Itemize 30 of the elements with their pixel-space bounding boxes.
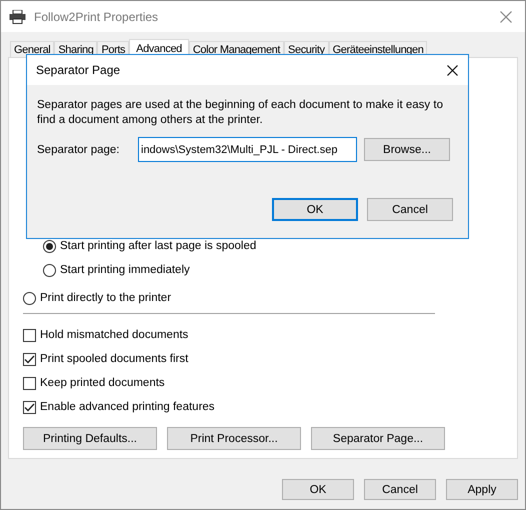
dialog-button[interactable]: OK — [282, 479, 354, 500]
checkbox-label[interactable]: Enable advanced printing features — [40, 401, 215, 413]
radio-button[interactable] — [23, 292, 36, 304]
dialog-button[interactable]: Cancel — [364, 479, 436, 500]
dialog-button[interactable]: Apply — [446, 479, 518, 500]
description-text: Separator pages are used at the beginning of each document to make it easy to find a document among others at the printer. — [37, 98, 444, 128]
radio-label[interactable]: Start printing immediately — [60, 264, 190, 276]
field-label: Separator page: — [37, 144, 120, 156]
radio-label[interactable]: Start printing after last page is spooled — [60, 240, 256, 252]
dialog-title: Separator Page — [36, 63, 120, 77]
dialog-button[interactable]: Cancel — [367, 198, 453, 221]
panel-button[interactable]: Separator Page... — [311, 427, 445, 450]
browse-button[interactable]: Browse... — [364, 138, 450, 161]
checkbox[interactable] — [23, 400, 36, 414]
separator-page-field[interactable]: indows\System32\Multi_PJL - Direct.sep — [138, 137, 357, 162]
checkbox[interactable] — [23, 376, 36, 390]
close-icon[interactable] — [447, 64, 458, 76]
window-title: Follow2Print Properties — [34, 10, 160, 24]
panel-button[interactable]: Printing Defaults... — [23, 427, 157, 450]
checkbox[interactable] — [23, 352, 36, 366]
checkbox[interactable] — [23, 328, 36, 342]
radio-label[interactable]: Print directly to the printer — [40, 292, 172, 304]
printer-icon — [9, 10, 26, 24]
checkbox-label[interactable]: Print spooled documents first — [40, 353, 188, 365]
radio-button[interactable] — [43, 240, 56, 252]
panel-button[interactable]: Print Processor... — [167, 427, 301, 450]
checkbox-label[interactable]: Keep printed documents — [40, 377, 165, 389]
radio-button[interactable] — [43, 264, 56, 276]
checkbox-label[interactable]: Hold mismatched documents — [40, 329, 188, 341]
dialog-button[interactable]: OK — [272, 198, 358, 221]
